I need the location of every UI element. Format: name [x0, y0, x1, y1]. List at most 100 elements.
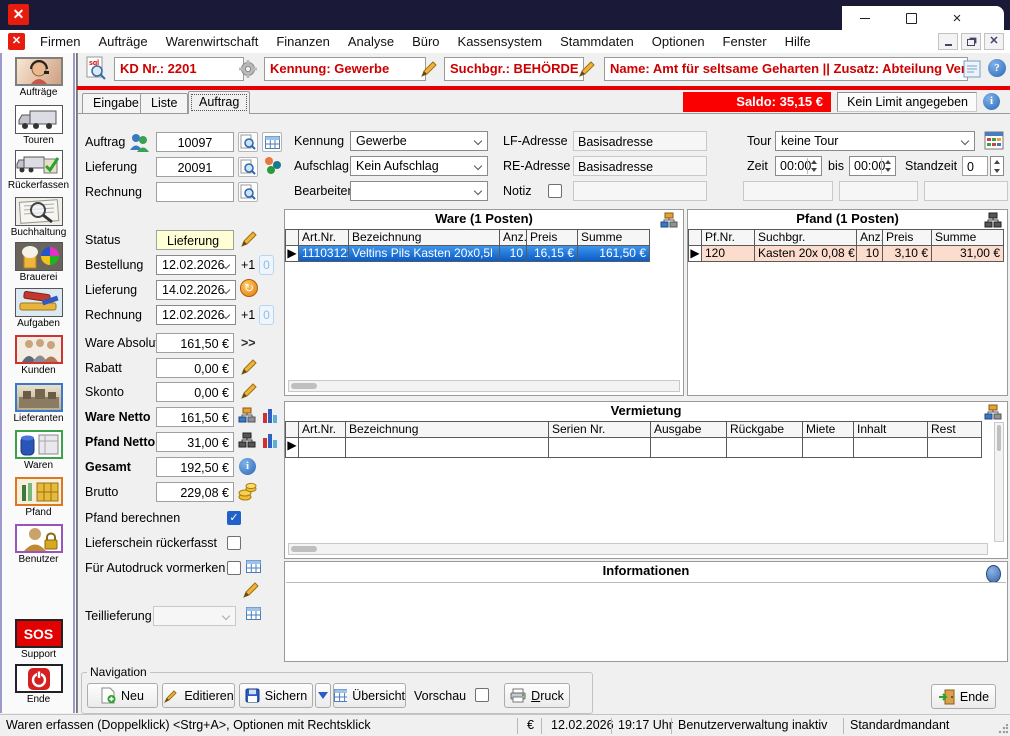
zeit-bis-spinner[interactable]: 00:00 [849, 156, 896, 176]
suchbegriff-field[interactable]: Suchbgr.: BEHÖRDE [444, 57, 584, 81]
vermietung-vertical-scrollbar[interactable] [994, 422, 1004, 542]
column-header[interactable]: Bezeichnung [345, 421, 549, 438]
resize-grip[interactable] [998, 724, 1008, 734]
notepad-icon[interactable] [962, 59, 982, 82]
org-chart-icon[interactable] [660, 212, 678, 232]
menu-hilfe[interactable]: Hilfe [776, 31, 820, 53]
vermietung-empty-row[interactable]: ▶ [286, 438, 982, 458]
window-maximize-button[interactable] [888, 6, 934, 30]
re-adresse-field[interactable]: Basisadresse [573, 156, 707, 176]
menu-buero[interactable]: Büro [403, 31, 448, 53]
standzeit-field[interactable]: 0 [962, 156, 988, 176]
autodruck-grid-icon[interactable] [246, 560, 261, 576]
mdi-close-button[interactable]: ✕ [984, 33, 1004, 50]
vorschau-checkbox[interactable] [475, 688, 489, 702]
menu-auftraege[interactable]: Aufträge [89, 31, 156, 53]
menu-fenster[interactable]: Fenster [714, 31, 776, 53]
sidebar-item-waren[interactable]: Waren [0, 430, 77, 471]
tab-liste[interactable]: Liste [140, 93, 188, 113]
column-header[interactable]: Inhalt [853, 421, 928, 438]
column-header[interactable]: Serien Nr. [548, 421, 651, 438]
lieferung-number-field[interactable]: 20091 [156, 157, 234, 177]
scatter-dots-icon[interactable] [263, 156, 283, 179]
window-minimize-button[interactable] [842, 6, 888, 30]
ende-button[interactable]: Ende [931, 684, 996, 709]
refresh-icon[interactable]: ↻ [240, 279, 258, 297]
rabatt-field[interactable]: 0,00 € [156, 358, 234, 378]
column-header[interactable]: Suchbgr. [754, 229, 857, 246]
sidebar-item-support[interactable]: SOS Support [0, 619, 77, 660]
sichern-dropdown-button[interactable] [315, 683, 331, 708]
column-header[interactable]: Preis [882, 229, 932, 246]
ware-row-selected[interactable]: ▶ 11103122 Veltins Pils Kasten 20x0,5l 1… [286, 246, 650, 262]
column-header[interactable]: Summe [577, 229, 650, 246]
pfand-row[interactable]: ▶ 120 Kasten 20x 0,08 € 10 3,10 € 31,00 … [689, 246, 1004, 262]
teillieferung-grid-icon[interactable] [246, 607, 261, 623]
kennung-field[interactable]: Kennung: Gewerbe [264, 57, 426, 81]
coins-icon[interactable] [238, 482, 257, 504]
pencil-icon[interactable] [239, 357, 259, 380]
pencil-icon[interactable] [239, 229, 259, 252]
ware-horizontal-scrollbar[interactable] [288, 380, 680, 392]
column-header[interactable]: Bezeichnung [348, 229, 500, 246]
rechnungsdatum-dropdown[interactable]: 12.02.2026 [156, 305, 236, 325]
pencil-icon[interactable] [419, 59, 439, 82]
menu-analyse[interactable]: Analyse [339, 31, 403, 53]
info-oval-icon[interactable] [986, 565, 1001, 583]
rechnung-number-field[interactable] [156, 182, 234, 202]
org-chart-icon[interactable] [984, 404, 1002, 424]
sidebar-item-lieferanten[interactable]: Lieferanten [0, 383, 77, 424]
column-header[interactable]: Rückgabe [726, 421, 803, 438]
sql-search-icon[interactable]: sql [84, 56, 108, 83]
lf-adresse-field[interactable]: Basisadresse [573, 131, 707, 151]
kd-nr-field[interactable]: KD Nr.: 2201 [114, 57, 244, 81]
pfand-berechnen-checkbox[interactable] [227, 511, 241, 525]
limit-info-icon[interactable]: i [983, 93, 1000, 110]
menu-kassensystem[interactable]: Kassensystem [449, 31, 552, 53]
column-header[interactable]: Art.Nr. [298, 229, 349, 246]
auftrag-lookup-button[interactable] [238, 132, 258, 152]
sidebar-item-rueckerfassen[interactable]: Rückerfassen [0, 150, 77, 191]
vermietung-horizontal-scrollbar[interactable] [288, 543, 988, 555]
column-header[interactable]: Summe [931, 229, 1004, 246]
bearbeiter-dropdown[interactable] [350, 181, 488, 201]
sidebar-item-touren[interactable]: Touren [0, 105, 77, 146]
help-icon[interactable]: ? [988, 59, 1006, 77]
neu-button[interactable]: Neu [87, 683, 158, 708]
menu-optionen[interactable]: Optionen [643, 31, 714, 53]
auftrag-number-field[interactable]: 10097 [156, 132, 234, 152]
column-header[interactable]: Pf.Nr. [701, 229, 755, 246]
menu-finanzen[interactable]: Finanzen [267, 31, 338, 53]
gesamt-info-icon[interactable]: i [239, 458, 256, 475]
bar-chart-icon[interactable] [262, 406, 278, 427]
pencil-icon[interactable] [577, 59, 597, 82]
column-header[interactable]: Anz. [856, 229, 883, 246]
app-menu-icon[interactable]: ✕ [8, 33, 25, 50]
lieferdatum-dropdown[interactable]: 14.02.2026 [156, 280, 236, 300]
menu-stammdaten[interactable]: Stammdaten [551, 31, 643, 53]
menu-warenwirtschaft[interactable]: Warenwirtschaft [157, 31, 268, 53]
sidebar-item-benutzer[interactable]: Benutzer [0, 524, 77, 565]
sidebar-item-buchhaltung[interactable]: Buchhaltung [0, 197, 77, 238]
kennung-dropdown[interactable]: Gewerbe [350, 131, 488, 151]
people-pair-icon[interactable] [128, 131, 150, 156]
name-field[interactable]: Name: Amt für seltsame Geharten || Zusat… [604, 57, 968, 81]
sidebar-item-pfand[interactable]: Pfand [0, 477, 77, 518]
org-chart-icon[interactable] [238, 407, 256, 427]
teillieferung-dropdown[interactable] [153, 606, 236, 626]
lieferschein-checkbox[interactable] [227, 536, 241, 550]
tour-calendar-icon[interactable] [984, 130, 1004, 153]
skonto-field[interactable]: 0,00 € [156, 382, 234, 402]
autodruck-checkbox[interactable] [227, 561, 241, 575]
bar-chart-icon[interactable] [262, 431, 278, 452]
tour-dropdown[interactable]: keine Tour [775, 131, 975, 151]
expand-chevrons[interactable]: >> [241, 333, 256, 353]
mdi-minimize-button[interactable] [938, 33, 958, 50]
pencil-icon[interactable] [239, 381, 259, 404]
sidebar-item-aufgaben[interactable]: Aufgaben [0, 288, 77, 329]
editieren-button[interactable]: Editieren [162, 683, 235, 708]
status-field[interactable]: Lieferung [156, 230, 234, 250]
sichern-button[interactable]: Sichern [239, 683, 313, 708]
gear-icon[interactable] [238, 59, 258, 82]
pencil-icon[interactable] [241, 580, 261, 603]
